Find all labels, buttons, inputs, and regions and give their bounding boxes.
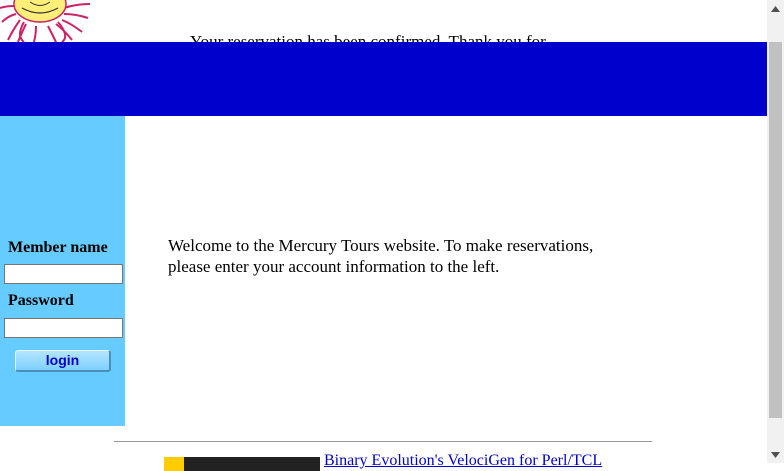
scroll-down-arrow-icon[interactable] — [767, 446, 784, 463]
password-input[interactable] — [4, 318, 123, 338]
welcome-message: Welcome to the Mercury Tours website. To… — [168, 236, 594, 276]
scroll-thumb[interactable] — [769, 42, 782, 418]
footer-divider — [114, 441, 652, 442]
vertical-scrollbar[interactable] — [767, 0, 784, 463]
member-name-label: Member name — [8, 239, 108, 256]
password-label: Password — [8, 292, 74, 309]
member-name-input[interactable] — [4, 264, 123, 284]
header-banner — [0, 42, 767, 116]
login-sidebar: Member name Password login — [0, 116, 125, 426]
scroll-up-arrow-icon[interactable] — [767, 0, 784, 17]
sun-logo-icon — [0, 0, 125, 42]
velocigen-link[interactable]: Binary Evolution's VelociGen for Perl/TC… — [324, 452, 602, 470]
velocigen-badge-icon[interactable] — [164, 457, 320, 471]
login-button[interactable]: login — [15, 350, 111, 372]
